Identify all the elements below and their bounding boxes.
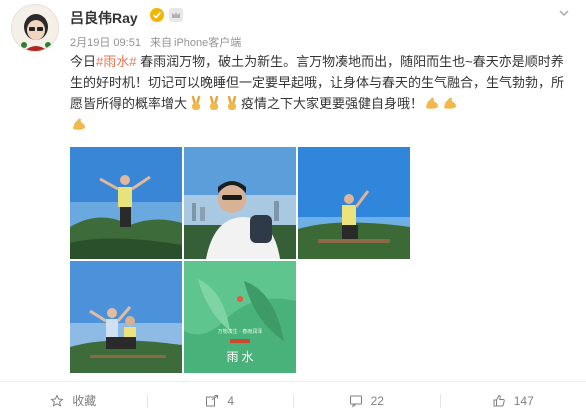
action-bar: 收藏 4 22 147 <box>0 382 586 419</box>
crown-icon <box>169 8 183 22</box>
post-text-intro: 今日 <box>70 54 97 69</box>
collect-label: 收藏 <box>72 394 97 408</box>
username[interactable]: 吕良伟Ray <box>70 8 138 28</box>
photo-selfie-city[interactable] <box>184 147 296 259</box>
verified-badge-icon <box>150 8 164 22</box>
victory-hand-emoji <box>224 95 240 111</box>
thumbs-up-icon <box>493 394 505 406</box>
photo-couple-pose[interactable] <box>70 261 182 373</box>
post-source[interactable]: iPhone客户端 <box>174 37 241 49</box>
source-prefix: 来自 <box>150 37 172 49</box>
post-text-end: 疫情之下大家更要强健自身哦！ <box>241 96 424 111</box>
flexed-biceps-emoji <box>442 95 458 111</box>
flexed-biceps-emoji <box>424 95 440 111</box>
comment-count: 22 <box>370 393 384 408</box>
victory-hand-emoji <box>188 95 204 111</box>
poster-title: 雨 水 <box>226 350 253 364</box>
photo-mountain-pose[interactable] <box>70 147 182 259</box>
victory-hand-emoji <box>206 95 222 111</box>
repost-icon <box>206 394 219 406</box>
hashtag-link[interactable]: #雨水# <box>96 54 136 69</box>
collect-button[interactable]: 收藏 <box>0 382 147 419</box>
poster-rain-water[interactable]: 雨 水 万物凑生 · 春雨润泽 <box>184 261 296 373</box>
poster-subtitle: 万物凑生 · 春雨润泽 <box>218 328 262 335</box>
image-grid: 雨 水 万物凑生 · 春雨润泽 <box>70 147 410 373</box>
like-count: 147 <box>513 393 534 408</box>
chevron-down-icon[interactable] <box>558 6 570 22</box>
post-meta: 2月19日 09:51 来自 iPhone客户端 <box>70 34 247 50</box>
post-time[interactable]: 2月19日 09:51 <box>70 37 141 49</box>
post-text: 今日#雨水# 春雨润万物，破土为新生。言万物凑地而出，随阳而生也~春天亦是顺时养… <box>70 51 570 135</box>
repost-button[interactable]: 4 <box>146 382 294 419</box>
like-button[interactable]: 147 <box>439 382 586 419</box>
comment-button[interactable]: 22 <box>293 382 440 419</box>
comment-icon <box>349 395 362 408</box>
flexed-biceps-emoji <box>71 116 87 132</box>
photo-bench-sit[interactable] <box>298 147 410 259</box>
repost-count: 4 <box>227 393 235 408</box>
star-icon <box>50 393 64 407</box>
avatar[interactable] <box>11 4 59 52</box>
